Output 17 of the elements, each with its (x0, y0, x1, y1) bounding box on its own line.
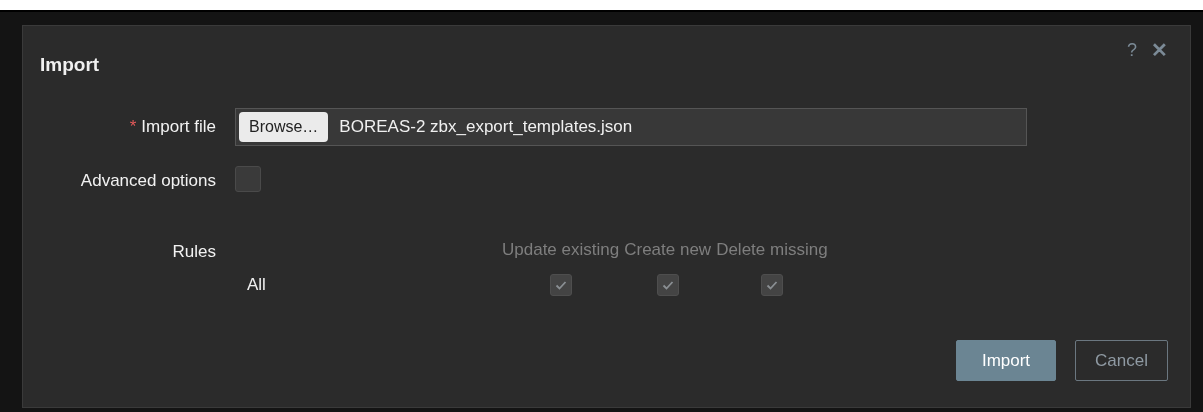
cancel-button[interactable]: Cancel (1075, 340, 1168, 381)
column-header: Update existing (502, 240, 620, 260)
column-header: Delete missing (716, 240, 828, 260)
file-name: BOREAS-2 zbx_export_templates.json (339, 117, 633, 137)
field-label: Import file (141, 117, 216, 136)
column-header: Create new (624, 240, 712, 260)
import-button[interactable]: Import (956, 340, 1056, 381)
advanced-options-checkbox[interactable] (235, 166, 261, 192)
browse-button[interactable]: Browse… (239, 112, 329, 142)
rule-name: All (246, 275, 267, 295)
field-label: Rules (172, 242, 216, 261)
required-marker: * (129, 117, 137, 136)
close-button[interactable]: ✕ (1151, 38, 1168, 62)
dialog-title: Import (40, 54, 100, 76)
field-label: Advanced options (80, 171, 216, 190)
file-input-field[interactable]: Browse… BOREAS-2 zbx_export_templates.json (235, 108, 1027, 146)
help-button[interactable]: ? (1127, 38, 1137, 62)
